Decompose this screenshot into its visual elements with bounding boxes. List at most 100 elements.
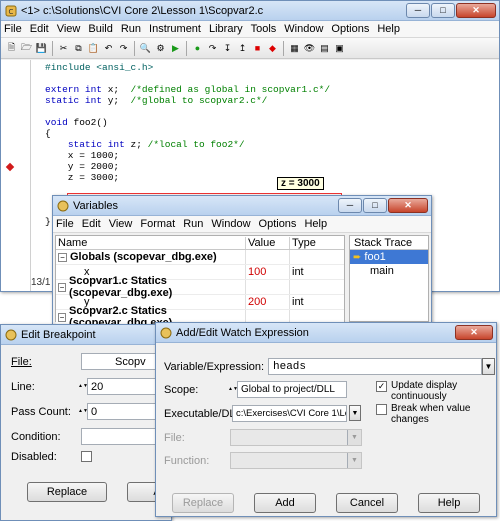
menu-edit[interactable]: Edit — [82, 218, 101, 230]
column-type-header[interactable]: Type — [290, 237, 316, 249]
code-line[interactable]: } — [45, 216, 51, 227]
add-button[interactable]: Add — [254, 493, 316, 513]
stack-trace-label: Stack Trace — [354, 236, 413, 249]
open-icon[interactable]: 🗁 — [20, 42, 33, 55]
scope-field[interactable]: Global to project/DLL — [237, 381, 347, 398]
menu-build[interactable]: Build — [88, 23, 112, 35]
minimize-button[interactable]: ─ — [406, 3, 430, 18]
column-value-header[interactable]: Value — [246, 236, 290, 249]
menu-run[interactable]: Run — [183, 218, 203, 230]
stepper-arrows-icon[interactable]: ▲▼ — [78, 403, 88, 420]
code-line[interactable]: void foo2() — [45, 117, 108, 128]
stepper-arrows-icon[interactable]: ▲▼ — [78, 378, 88, 395]
variable-value[interactable]: 200 — [246, 295, 290, 309]
watch-titlebar[interactable]: Add/Edit Watch Expression ✕ — [156, 323, 496, 343]
variables-icon[interactable]: ▦ — [288, 42, 301, 55]
executable-field[interactable]: c:\Exercises\CVI Core 1\Lesso — [232, 405, 347, 422]
collapse-icon[interactable]: − — [58, 312, 67, 322]
stop-icon[interactable]: ■ — [251, 42, 264, 55]
code-line[interactable]: y = 2000; — [45, 161, 119, 172]
line-value: 20 — [91, 380, 104, 393]
variable-value[interactable] — [246, 280, 290, 294]
menu-options[interactable]: Options — [259, 218, 297, 230]
variable-expression-field[interactable]: heads — [268, 358, 482, 375]
menu-window[interactable]: Window — [284, 23, 323, 35]
break-on-change-checkbox[interactable] — [376, 404, 387, 415]
redo-icon[interactable]: ↷ — [117, 42, 130, 55]
column-name-header[interactable]: Name — [56, 236, 246, 249]
menu-file[interactable]: File — [4, 23, 22, 35]
minimize-button[interactable]: ─ — [338, 198, 362, 213]
toolbar-separator — [283, 40, 284, 56]
cancel-button[interactable]: Cancel — [336, 493, 398, 513]
menu-edit[interactable]: Edit — [30, 23, 49, 35]
stack-item[interactable]: ➨ foo1 — [350, 250, 428, 264]
menu-view[interactable]: View — [57, 23, 81, 35]
build-icon[interactable]: ⚙ — [154, 42, 167, 55]
code-line[interactable]: { — [45, 128, 51, 139]
editor-titlebar[interactable]: C <1> c:\Solutions\CVI Core 2\Lesson 1\S… — [1, 1, 499, 21]
undo-icon[interactable]: ↶ — [102, 42, 115, 55]
code-line[interactable]: x = 1000; — [45, 150, 119, 161]
variables-titlebar[interactable]: Variables ─ □ ✕ — [53, 196, 431, 216]
menu-file[interactable]: File — [56, 218, 74, 230]
menu-help[interactable]: Help — [304, 218, 327, 230]
paste-icon[interactable]: 📋 — [87, 42, 100, 55]
menu-window[interactable]: Window — [211, 218, 250, 230]
scope-ring[interactable]: ▲▼ Global to project/DLL — [228, 381, 347, 398]
replace-button[interactable]: Replace — [172, 493, 234, 513]
close-button[interactable]: ✕ — [456, 3, 496, 18]
help-button[interactable]: Help — [418, 493, 480, 513]
menu-tools[interactable]: Tools — [251, 23, 277, 35]
continue-icon[interactable]: ● — [191, 42, 204, 55]
step-over-icon[interactable]: ↷ — [206, 42, 219, 55]
watch-icon[interactable]: 👁 — [303, 42, 316, 55]
memory-icon[interactable]: ▤ — [318, 42, 331, 55]
close-button[interactable]: ✕ — [388, 198, 428, 213]
replace-button[interactable]: Replace — [27, 482, 107, 502]
code-line[interactable]: static int z; /*local to foo2*/ — [45, 139, 245, 150]
code-line[interactable]: #include <ansi_c.h> — [45, 62, 153, 73]
variable-value[interactable]: 100 — [246, 265, 290, 279]
menu-format[interactable]: Format — [140, 218, 175, 230]
disabled-label: Disabled: — [11, 451, 57, 463]
menu-options[interactable]: Options — [331, 23, 369, 35]
new-file-icon[interactable]: 🗎 — [5, 42, 18, 55]
code-line[interactable]: static int y; /*global to scopvar2.c*/ — [45, 95, 267, 106]
stack-item-label: foo1 — [364, 251, 386, 263]
step-out-icon[interactable]: ↥ — [236, 42, 249, 55]
breakpoint-icon[interactable]: ◆ — [266, 42, 279, 55]
menu-instrument[interactable]: Instrument — [149, 23, 201, 35]
step-into-icon[interactable]: ↧ — [221, 42, 234, 55]
variable-value[interactable] — [246, 250, 290, 264]
maximize-button[interactable]: □ — [363, 198, 387, 213]
line-gutter[interactable] — [1, 60, 31, 291]
menu-help[interactable]: Help — [377, 23, 400, 35]
panel-icon[interactable]: ▣ — [333, 42, 346, 55]
executable-dropdown-button[interactable]: ▼ — [349, 405, 361, 421]
update-continuously-checkbox[interactable]: ✓ — [376, 381, 387, 392]
menu-view[interactable]: View — [109, 218, 133, 230]
save-icon[interactable]: 💾 — [35, 42, 48, 55]
close-button[interactable]: ✕ — [455, 325, 493, 340]
variable-group-row[interactable]: − Scopvar1.c Statics (scopevar_dbg.exe) — [56, 275, 344, 299]
maximize-button[interactable]: □ — [431, 3, 455, 18]
menu-run[interactable]: Run — [121, 23, 141, 35]
copy-icon[interactable]: ⧉ — [72, 42, 85, 55]
find-icon[interactable]: 🔍 — [139, 42, 152, 55]
function-field: ▼ — [230, 452, 362, 469]
variable-dropdown-button[interactable]: ▼ — [482, 358, 495, 375]
editor-toolbar: 🗎 🗁 💾 ✂ ⧉ 📋 ↶ ↷ 🔍 ⚙ ▶ ● ↷ ↧ ↥ ■ ◆ ▦ 👁 ▤ … — [1, 38, 499, 59]
code-line[interactable]: z = 3000; — [45, 172, 119, 183]
variable-group-row[interactable]: − Globals (scopevar_dbg.exe) — [56, 250, 344, 265]
run-icon[interactable]: ▶ — [169, 42, 182, 55]
ring-arrows-icon[interactable]: ▲▼ — [228, 381, 238, 398]
collapse-icon[interactable]: − — [58, 282, 67, 292]
disabled-checkbox[interactable] — [81, 451, 92, 462]
collapse-icon[interactable]: − — [58, 252, 67, 262]
stack-item[interactable]: main — [350, 264, 428, 278]
cut-icon[interactable]: ✂ — [57, 42, 70, 55]
breakpoint-titlebar[interactable]: Edit Breakpoint — [1, 325, 171, 345]
code-line[interactable]: extern int x; /*defined as global in sco… — [45, 84, 330, 95]
menu-library[interactable]: Library — [209, 23, 243, 35]
